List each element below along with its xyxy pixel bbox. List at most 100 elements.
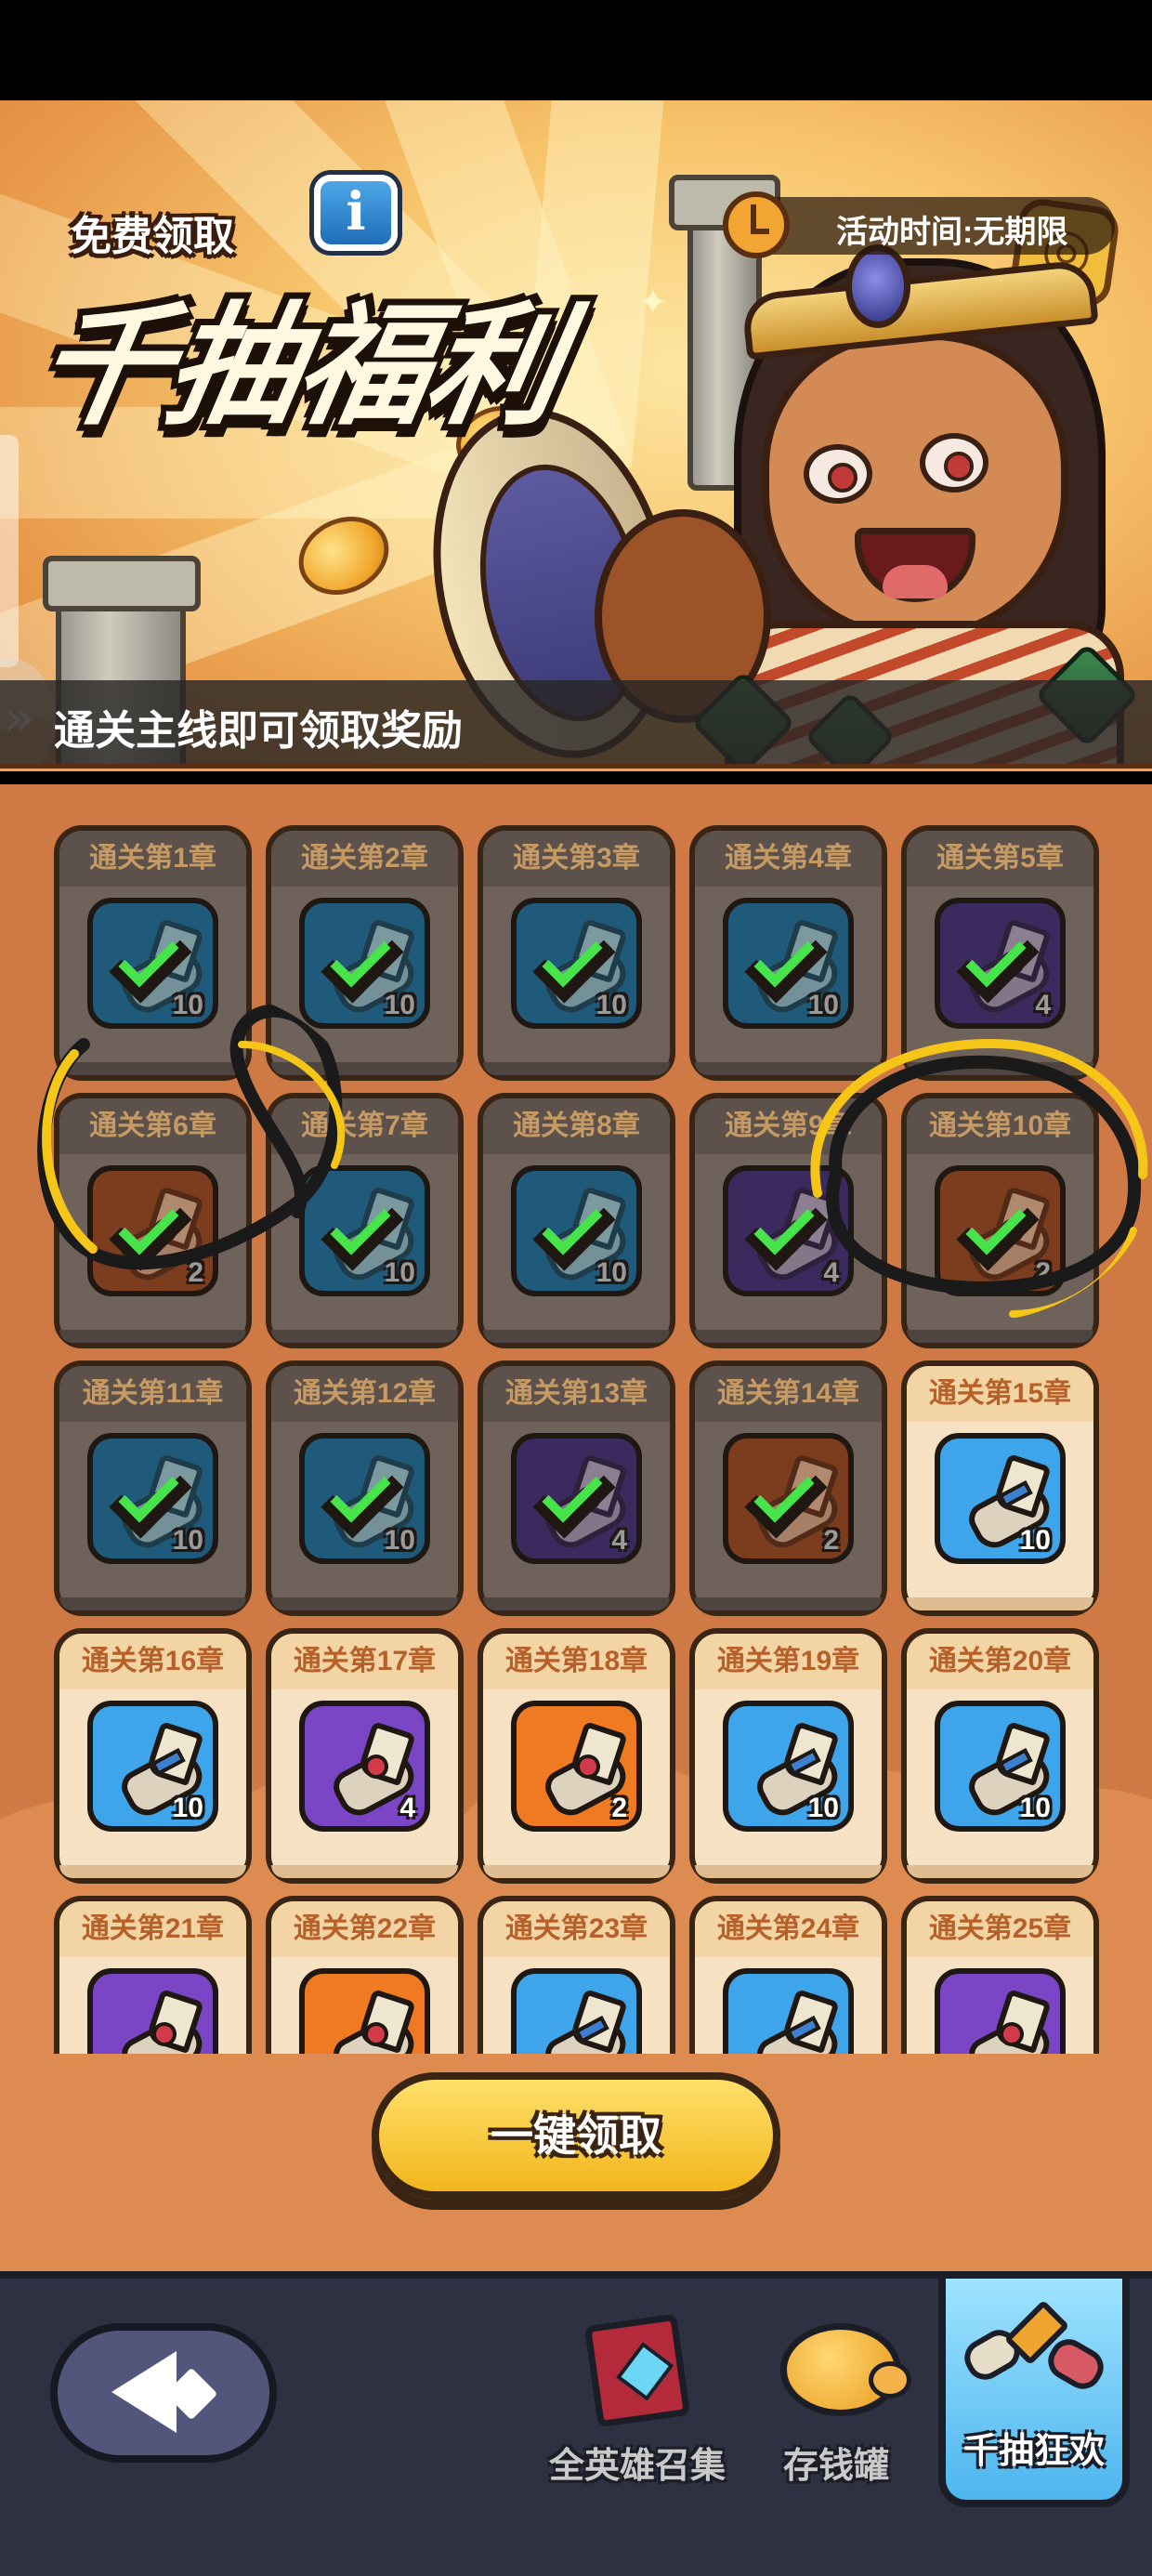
reward-tile: 2 — [935, 1165, 1066, 1296]
cell-base — [695, 1597, 882, 1610]
nav-thousand-draw-tab[interactable]: 千抽狂欢 — [938, 2279, 1130, 2507]
checkmark-icon — [119, 920, 199, 1000]
reward-cell[interactable]: 通关第8章 10 — [478, 1093, 675, 1348]
reward-tile: 10 — [511, 1165, 642, 1296]
event-title: 千抽福利 — [25, 293, 572, 440]
reward-tile: 10 — [299, 898, 430, 1029]
chapter-label: 通关第9章 — [695, 1098, 882, 1154]
nav-thousand-draw-label: 千抽狂欢 — [962, 2432, 1105, 2471]
chapter-label: 通关第13章 — [483, 1366, 670, 1422]
chapter-label: 通关第22章 — [271, 1901, 458, 1957]
reward-cell[interactable]: 通关第16章 10 — [54, 1628, 252, 1884]
status-bar — [0, 0, 1152, 100]
reward-cell[interactable]: 通关第23章 — [478, 1896, 675, 2054]
reward-cell[interactable]: 通关第4章 10 — [689, 825, 887, 1081]
reward-cell[interactable]: 通关第7章 10 — [266, 1093, 464, 1348]
claim-all-button[interactable]: 一键领取 — [372, 2072, 780, 2199]
reward-cell[interactable]: 通关第25章 — [901, 1896, 1099, 2054]
chapter-label: 通关第4章 — [695, 831, 882, 887]
reward-cell[interactable]: 通关第9章 4 — [689, 1093, 887, 1348]
reward-tile: 10 — [723, 898, 854, 1029]
event-banner: ✦ ✦ » 免费领取 i 千抽福利 活动时间:无期限 通关主线即可领取奖励 — [0, 100, 1152, 771]
reward-tile — [511, 1968, 642, 2054]
reward-cell[interactable]: 通关第11章 10 — [54, 1360, 252, 1616]
nav-piggy-bank[interactable]: 存钱罐 — [743, 2297, 929, 2530]
activity-time-badge: 活动时间:无期限 — [723, 191, 1115, 258]
reward-cell[interactable]: 通关第15章 10 — [901, 1360, 1099, 1616]
chapter-label: 通关第10章 — [907, 1098, 1093, 1154]
reward-tile: 2 — [87, 1165, 218, 1296]
cell-base — [483, 1330, 670, 1343]
checkmark-icon — [119, 1188, 199, 1268]
reward-cell[interactable]: 通关第3章 10 — [478, 825, 675, 1081]
reward-tile: 10 — [299, 1165, 430, 1296]
back-button[interactable] — [50, 2323, 277, 2463]
reward-cell[interactable]: 通关第24章 — [689, 1896, 887, 2054]
checkmark-icon — [119, 1455, 199, 1535]
reward-cell[interactable]: 通关第21章 — [54, 1896, 252, 2054]
reward-tile: 10 — [87, 898, 218, 1029]
cell-base — [907, 1597, 1093, 1610]
chapter-label: 通关第7章 — [271, 1098, 458, 1154]
reward-tile: 10 — [87, 1433, 218, 1564]
reward-cell[interactable]: 通关第20章 10 — [901, 1628, 1099, 1884]
nav-piggy-bank-label: 存钱罐 — [782, 2447, 889, 2486]
reward-cell[interactable]: 通关第6章 2 — [54, 1093, 252, 1348]
cell-base — [59, 1597, 246, 1610]
chapter-label: 通关第25章 — [907, 1901, 1093, 1957]
chapter-label: 通关第6章 — [59, 1098, 246, 1154]
cell-base — [271, 1330, 458, 1343]
reward-tile — [87, 1968, 218, 2054]
subtitle-text: 通关主线即可领取奖励 — [54, 708, 463, 754]
reward-tile: 10 — [935, 1701, 1066, 1832]
bottom-nav: 全英雄召集 存钱罐 千抽狂欢 — [0, 2271, 1152, 2576]
reward-tile: 4 — [935, 898, 1066, 1029]
reward-cell[interactable]: 通关第18章 2 — [478, 1628, 675, 1884]
reward-cell[interactable]: 通关第22章 — [266, 1896, 464, 2054]
reward-cell[interactable]: 通关第12章 10 — [266, 1360, 464, 1616]
cell-base — [695, 1062, 882, 1075]
chapter-label: 通关第19章 — [695, 1634, 882, 1689]
reward-panel: 通关第1章 10 通关第2章 10 通关第3章 10 通关第4章 10 通关第5章 4 通关第6章 2… — [0, 784, 1152, 2271]
reward-cell[interactable]: 通关第1章 10 — [54, 825, 252, 1081]
chapter-label: 通关第14章 — [695, 1366, 882, 1422]
nav-all-heroes[interactable]: 全英雄召集 — [544, 2297, 730, 2530]
claim-all-label: 一键领取 — [491, 2111, 661, 2160]
cell-base — [271, 1597, 458, 1610]
side-handle[interactable] — [0, 435, 19, 667]
reward-tile — [723, 1968, 854, 2054]
reward-cell[interactable]: 通关第17章 4 — [266, 1628, 464, 1884]
summon-scroll-icon — [959, 1989, 1057, 2054]
chapter-label: 通关第23章 — [483, 1901, 670, 1957]
banner-divider — [0, 764, 1152, 771]
reward-cell[interactable]: 通关第10章 2 — [901, 1093, 1099, 1348]
reward-cell[interactable]: 通关第19章 10 — [689, 1628, 887, 1884]
summon-scroll-icon — [323, 1989, 422, 2054]
cell-base — [271, 1062, 458, 1075]
reward-count: 2 — [611, 1793, 627, 1823]
spellbook-icon — [582, 2310, 693, 2428]
chapter-label: 通关第15章 — [907, 1366, 1093, 1422]
cell-base — [695, 1330, 882, 1343]
chapter-label: 通关第11章 — [59, 1366, 246, 1422]
scrolls-icon — [958, 2297, 1110, 2409]
chapter-label: 通关第18章 — [483, 1634, 670, 1689]
reward-tile: 4 — [511, 1433, 642, 1564]
summon-scroll-icon — [111, 1989, 210, 2054]
reward-cell[interactable]: 通关第2章 10 — [266, 825, 464, 1081]
chapter-label: 通关第24章 — [695, 1901, 882, 1957]
reward-cell[interactable]: 通关第13章 4 — [478, 1360, 675, 1616]
reward-tile: 2 — [511, 1701, 642, 1832]
cell-base — [483, 1062, 670, 1075]
info-button[interactable]: i — [314, 175, 398, 251]
reward-tile: 10 — [511, 898, 642, 1029]
chapter-label: 通关第12章 — [271, 1366, 458, 1422]
reward-tile: 2 — [723, 1433, 854, 1564]
reward-tile: 4 — [723, 1165, 854, 1296]
reward-cell[interactable]: 通关第14章 2 — [689, 1360, 887, 1616]
reward-cell[interactable]: 通关第5章 4 — [901, 825, 1099, 1081]
cell-base — [907, 1330, 1093, 1343]
reward-tile: 10 — [299, 1433, 430, 1564]
checkmark-icon — [331, 1455, 411, 1535]
reward-grid: 通关第1章 10 通关第2章 10 通关第3章 10 通关第4章 10 通关第5章 4 通关第6章 2… — [0, 784, 1152, 2054]
